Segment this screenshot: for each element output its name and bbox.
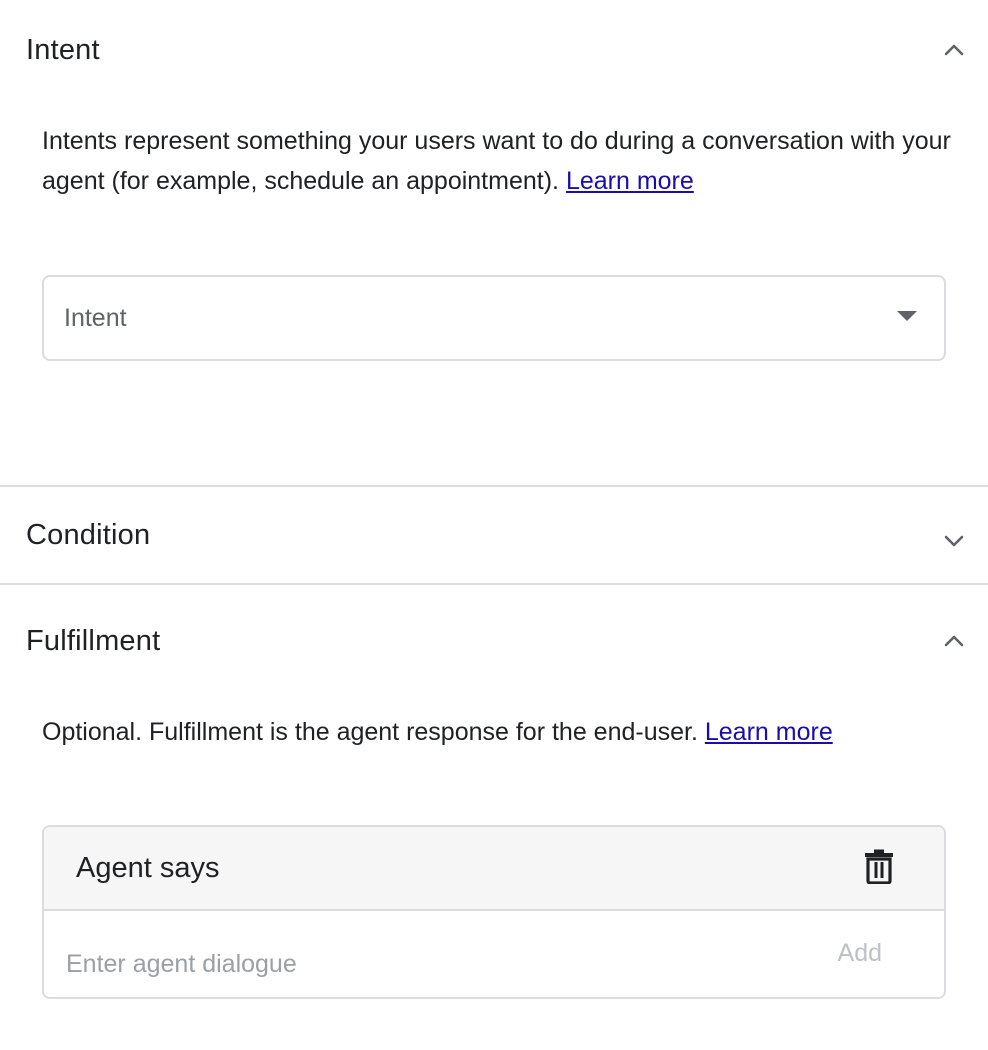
- agent-says-title: Agent says: [76, 851, 220, 884]
- intent-section-header[interactable]: Intent: [0, 22, 988, 78]
- fulfillment-description: Optional. Fulfillment is the agent respo…: [42, 712, 952, 752]
- agent-says-card: Agent says Add: [42, 825, 946, 999]
- agent-dialogue-input[interactable]: [66, 949, 666, 979]
- add-button[interactable]: Add: [838, 939, 882, 968]
- intent-description-text: Intents represent something your users w…: [42, 127, 951, 195]
- agent-says-header: Agent says: [44, 827, 944, 911]
- dropdown-arrow-icon: [896, 309, 918, 327]
- trash-icon[interactable]: [864, 848, 894, 889]
- chevron-up-icon[interactable]: [940, 36, 968, 64]
- fulfillment-description-text: Optional. Fulfillment is the agent respo…: [42, 718, 698, 746]
- intent-select-label: Intent: [64, 303, 127, 332]
- chevron-down-icon[interactable]: [940, 527, 968, 555]
- fulfillment-learn-more-link[interactable]: Learn more: [705, 718, 833, 746]
- intent-select[interactable]: Intent: [42, 275, 946, 361]
- agent-says-body: Add: [44, 911, 944, 997]
- intent-learn-more-link[interactable]: Learn more: [566, 167, 694, 195]
- chevron-up-icon[interactable]: [940, 627, 968, 655]
- section-divider: [0, 583, 988, 585]
- intent-description: Intents represent something your users w…: [42, 121, 952, 201]
- fulfillment-section-header[interactable]: Fulfillment: [0, 613, 988, 669]
- fulfillment-section-title: Fulfillment: [26, 624, 161, 657]
- intent-section-title: Intent: [26, 33, 100, 66]
- condition-section-header[interactable]: Condition: [0, 507, 988, 563]
- section-divider: [0, 485, 988, 487]
- condition-section-title: Condition: [26, 518, 151, 551]
